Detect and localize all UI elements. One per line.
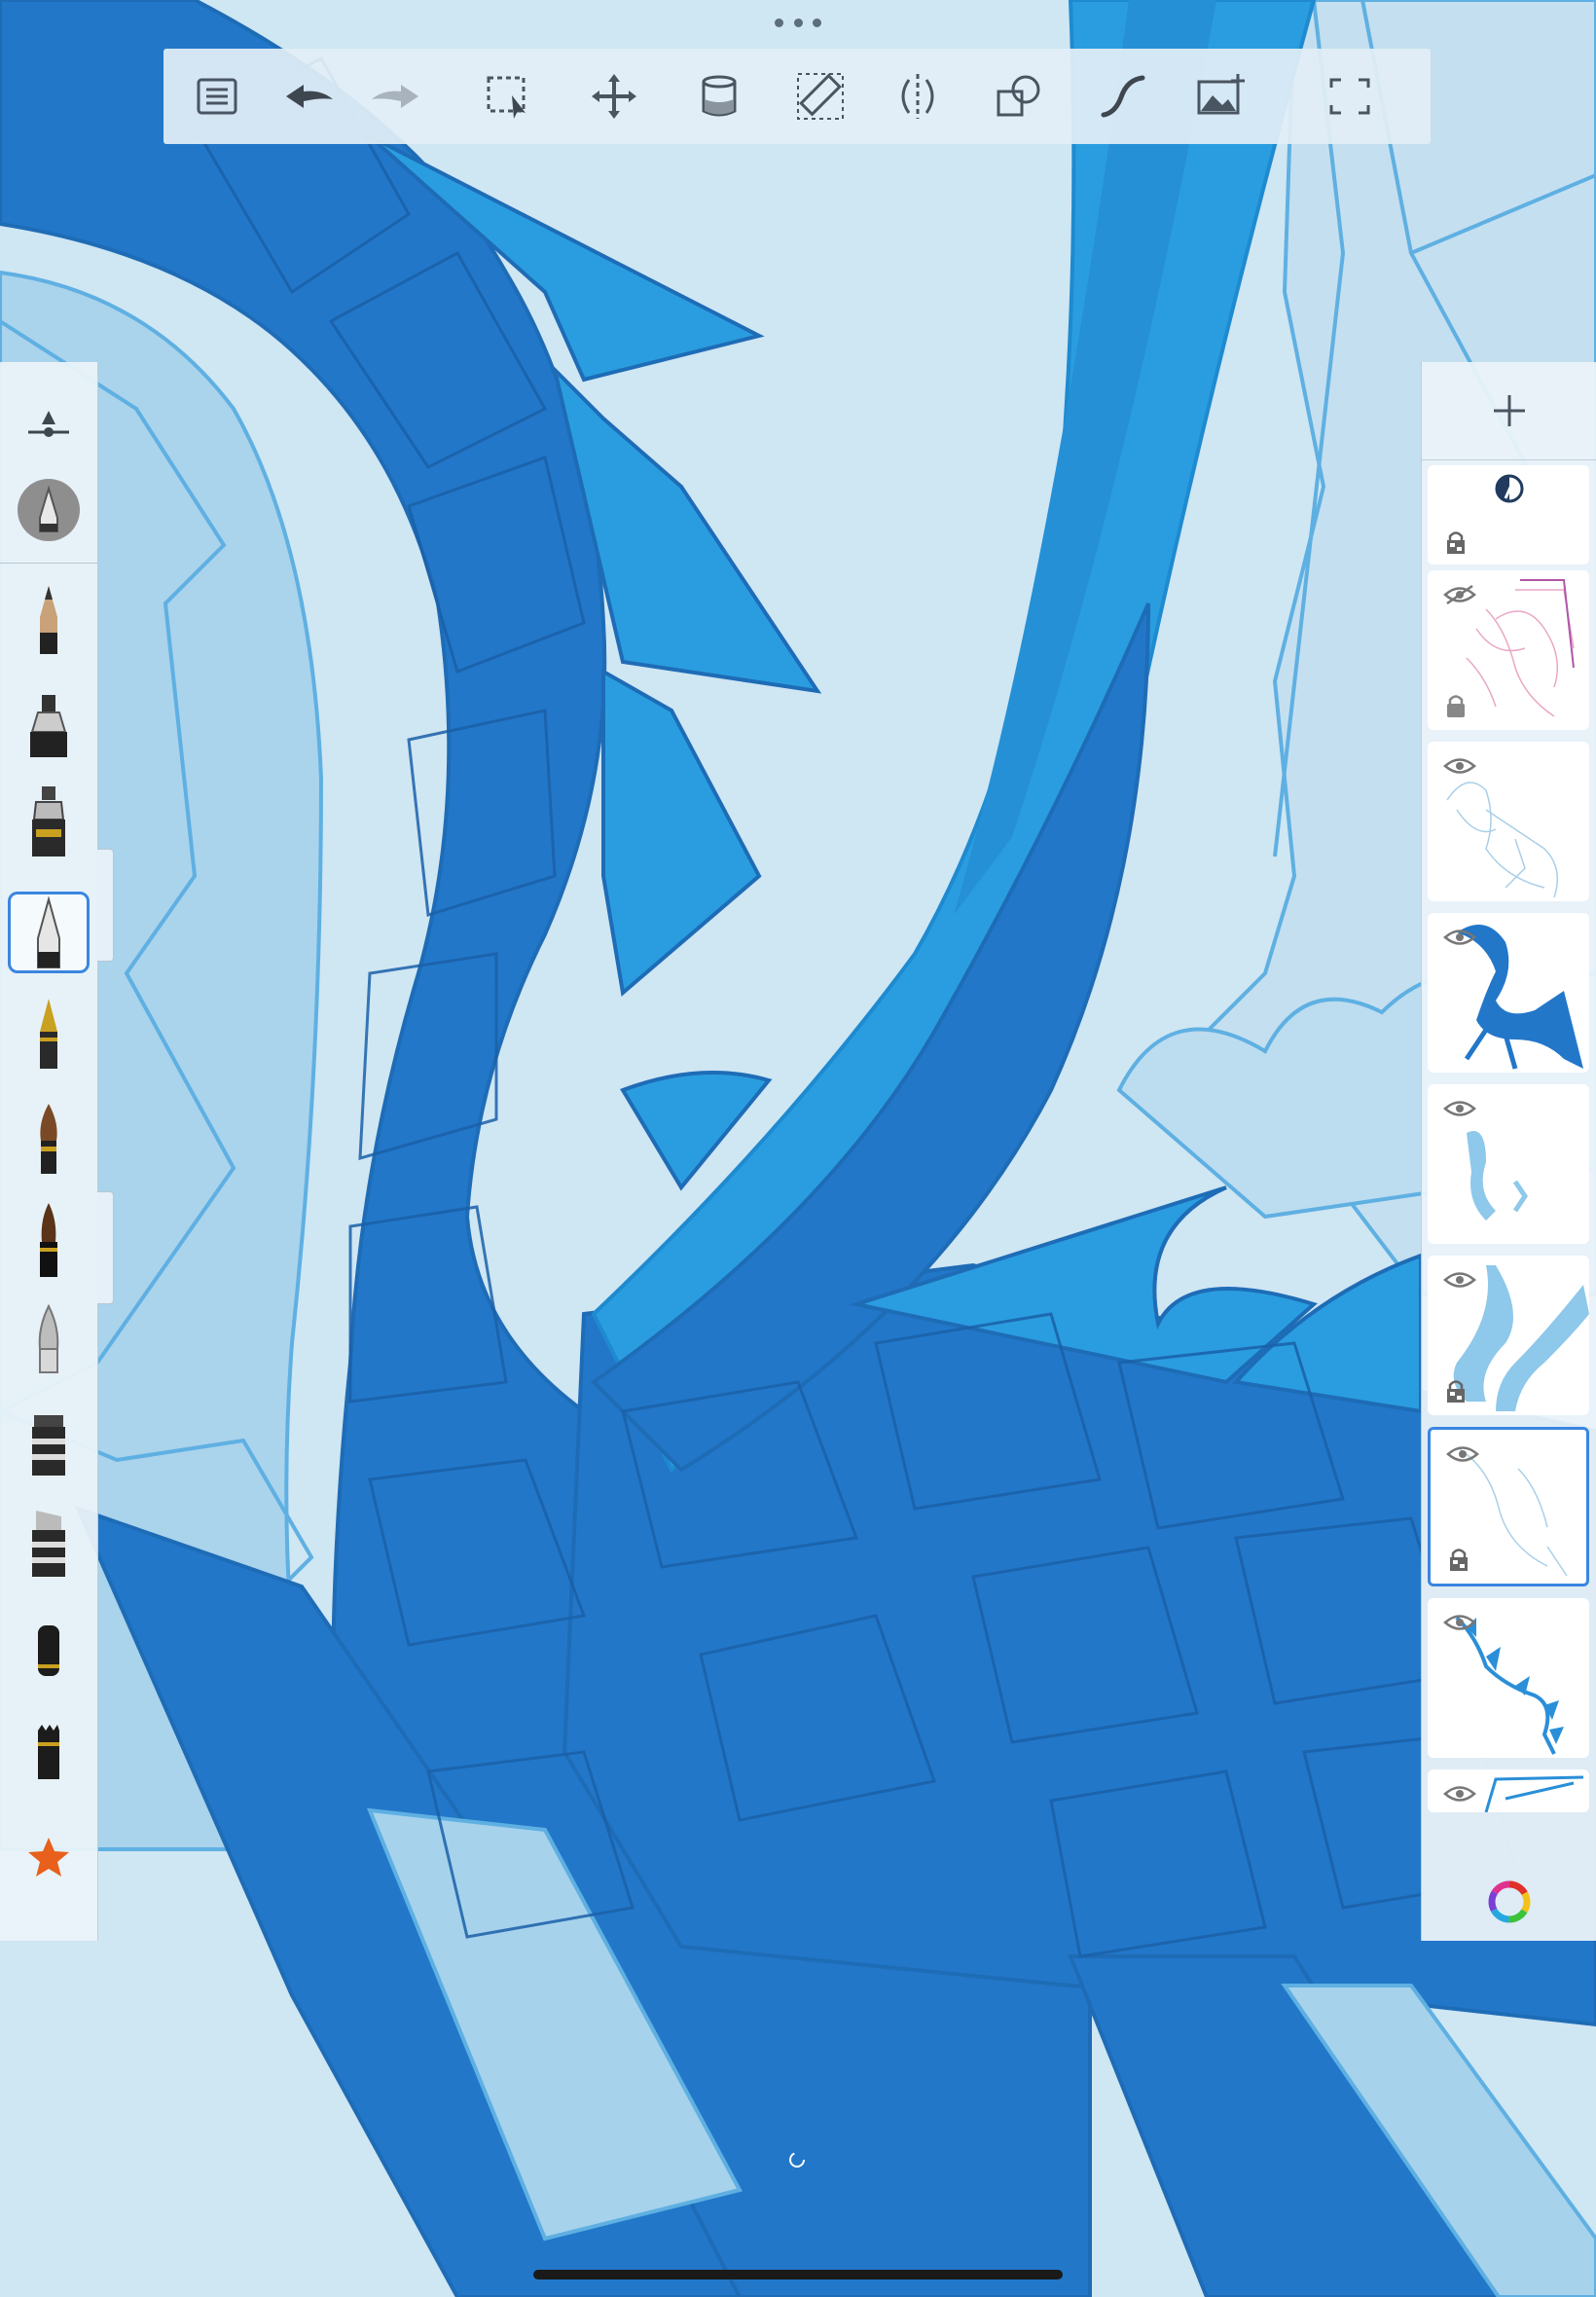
wide-marker-icon[interactable] bbox=[8, 1501, 90, 1583]
add-layer-button[interactable] bbox=[1422, 362, 1596, 460]
eye-hidden-icon[interactable] bbox=[1443, 584, 1476, 605]
add-image-icon[interactable] bbox=[1187, 62, 1255, 130]
lock-icon[interactable] bbox=[1445, 693, 1467, 718]
shapes-icon[interactable] bbox=[985, 62, 1053, 130]
color-palette-tab[interactable] bbox=[97, 1191, 114, 1304]
ink-brush-icon[interactable] bbox=[8, 1199, 90, 1281]
layer-item[interactable] bbox=[1428, 570, 1589, 730]
paintbrush-icon[interactable] bbox=[8, 1098, 90, 1180]
marker-icon[interactable] bbox=[8, 681, 90, 763]
fountain-pen-icon[interactable] bbox=[8, 993, 90, 1075]
top-toolbar bbox=[163, 49, 1431, 144]
transform-icon[interactable] bbox=[580, 62, 648, 130]
fill-bucket-icon[interactable] bbox=[685, 62, 753, 130]
airbrush-icon[interactable] bbox=[8, 781, 90, 862]
layer-item[interactable] bbox=[1428, 1769, 1589, 1812]
layer-panel bbox=[1421, 362, 1596, 1941]
alpha-lock-icon[interactable] bbox=[1448, 1547, 1469, 1572]
loading-indicator-icon bbox=[789, 2152, 805, 2168]
alpha-lock-icon[interactable] bbox=[1445, 529, 1467, 555]
redo-icon[interactable] bbox=[362, 62, 430, 130]
eye-icon[interactable] bbox=[1443, 1269, 1476, 1291]
layer-item[interactable] bbox=[1428, 465, 1589, 565]
eye-icon[interactable] bbox=[1443, 1098, 1476, 1119]
layer-item[interactable] bbox=[1428, 1256, 1589, 1415]
pencil-icon[interactable] bbox=[8, 578, 90, 660]
layer-item[interactable] bbox=[1428, 913, 1589, 1073]
drawing-canvas[interactable] bbox=[0, 0, 1596, 2297]
layer-item[interactable] bbox=[1428, 1598, 1589, 1758]
fullscreen-icon[interactable] bbox=[1316, 62, 1384, 130]
eraser-icon[interactable] bbox=[8, 1711, 90, 1793]
symmetry-icon[interactable] bbox=[884, 62, 952, 130]
favorite-star-icon[interactable] bbox=[8, 1816, 90, 1898]
eye-icon[interactable] bbox=[1443, 755, 1476, 777]
toolbar-handle[interactable] bbox=[775, 16, 821, 29]
curve-icon[interactable] bbox=[1088, 62, 1156, 130]
blend-mode-icon[interactable] bbox=[1494, 473, 1525, 504]
home-indicator[interactable] bbox=[533, 2270, 1063, 2279]
brush-palette-tab[interactable] bbox=[97, 849, 114, 962]
brush-size-slider-icon[interactable] bbox=[8, 382, 90, 463]
layer-item[interactable] bbox=[1428, 1084, 1589, 1244]
eye-icon[interactable] bbox=[1443, 1612, 1476, 1633]
undo-icon[interactable] bbox=[274, 62, 343, 130]
selection-icon[interactable] bbox=[475, 62, 543, 130]
list-icon[interactable] bbox=[183, 62, 251, 130]
ballpoint-icon[interactable] bbox=[8, 892, 90, 973]
plus-icon bbox=[1494, 395, 1525, 426]
current-brush-icon[interactable] bbox=[8, 469, 90, 551]
color-picker-button[interactable] bbox=[1422, 1863, 1596, 1941]
brush-palette bbox=[0, 362, 98, 1941]
eye-icon[interactable] bbox=[1443, 927, 1476, 948]
black-marker-icon[interactable] bbox=[8, 1608, 90, 1690]
eye-icon[interactable] bbox=[1443, 1783, 1476, 1805]
layer-item-active[interactable] bbox=[1428, 1427, 1589, 1586]
color-wheel-icon bbox=[1488, 1880, 1531, 1923]
layer-item[interactable] bbox=[1428, 742, 1589, 901]
smudge-icon[interactable] bbox=[8, 1298, 90, 1380]
ruler-icon[interactable] bbox=[786, 62, 854, 130]
alpha-lock-icon[interactable] bbox=[1445, 1378, 1467, 1404]
eye-icon[interactable] bbox=[1446, 1443, 1479, 1465]
chisel-marker-icon[interactable] bbox=[8, 1400, 90, 1481]
